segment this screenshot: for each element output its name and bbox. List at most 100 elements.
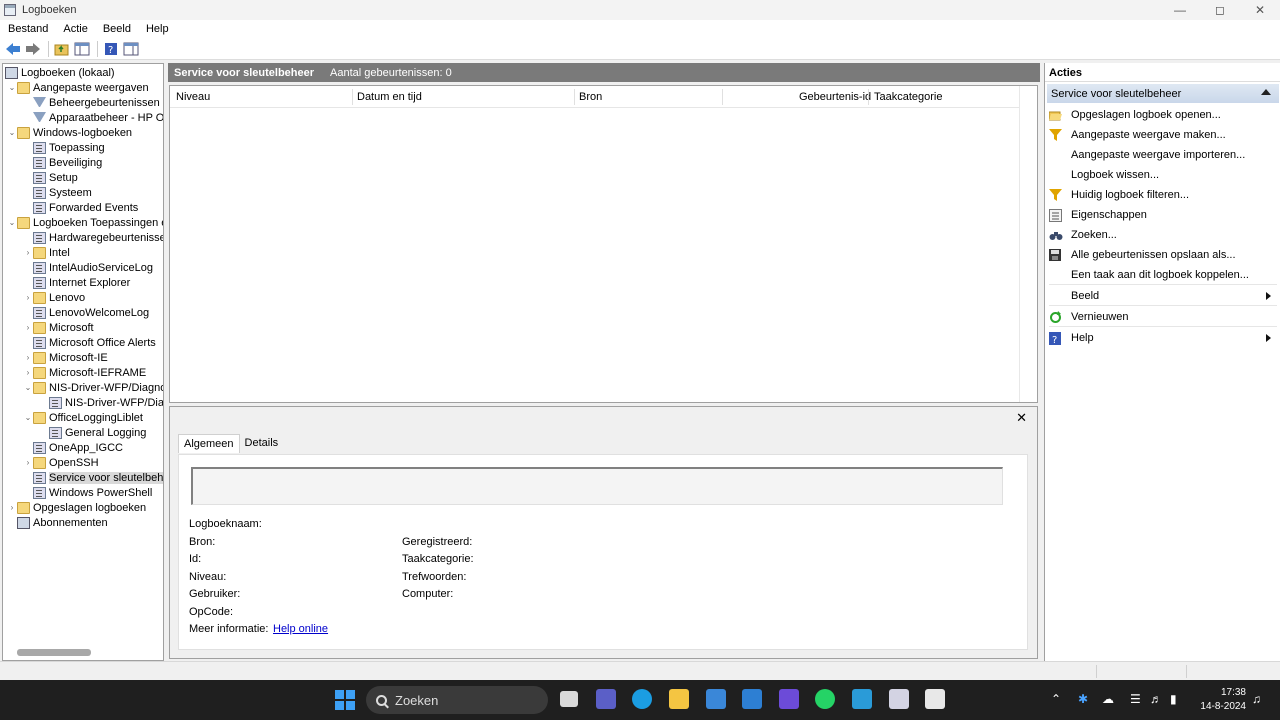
minimize-button[interactable]: — xyxy=(1160,0,1200,20)
tree-item[interactable]: ⌄ NIS-Driver-WFP/Diagnostic xyxy=(23,380,163,395)
tree-item[interactable]: Toepassing xyxy=(23,140,105,155)
tray-chevron-icon[interactable]: ⌃ xyxy=(1051,692,1061,706)
maximize-button[interactable]: ◻ xyxy=(1200,0,1240,20)
column-separator[interactable] xyxy=(574,89,575,105)
wifi-icon[interactable]: ☰ xyxy=(1130,692,1141,706)
task-view-icon[interactable] xyxy=(560,691,578,707)
tree-item[interactable]: ⌄ Windows-logboeken xyxy=(7,125,132,140)
mail-icon[interactable] xyxy=(742,689,762,709)
tree-item[interactable]: Internet Explorer xyxy=(23,275,130,290)
tree-horizontal-scrollbar[interactable] xyxy=(17,649,91,656)
tree-item[interactable]: Windows PowerShell xyxy=(23,485,152,500)
collapse-arrow-icon[interactable] xyxy=(1261,89,1271,95)
console-tree[interactable]: Logboeken (lokaal) ⌄ Aangepaste weergaven B… xyxy=(2,63,164,661)
column-taakcategorie[interactable]: Taakcategorie xyxy=(874,91,943,103)
tree-item[interactable]: ⌄ Logboeken Toepassingen en xyxy=(7,215,163,230)
tree-item[interactable]: General Logging xyxy=(39,425,146,440)
close-button[interactable]: ✕ xyxy=(1240,0,1280,20)
action-item[interactable]: Aangepaste weergave maken... xyxy=(1049,126,1277,144)
expanded-chevron-icon[interactable]: ⌄ xyxy=(7,218,17,227)
tree-item[interactable]: › Microsoft-IE xyxy=(23,350,108,365)
action-item[interactable]: Alle gebeurtenissen opslaan als... xyxy=(1049,246,1277,264)
tree-item[interactable]: › Intel xyxy=(23,245,70,260)
help-button[interactable]: ? xyxy=(102,40,120,58)
action-item[interactable]: Aangepaste weergave importeren... xyxy=(1049,146,1277,164)
clipchamp-icon[interactable] xyxy=(779,689,799,709)
tree-item[interactable]: IntelAudioServiceLog xyxy=(23,260,153,275)
tree-item[interactable]: ⌄ Aangepaste weergaven xyxy=(7,80,149,95)
bluetooth-icon[interactable]: ✱ xyxy=(1078,692,1088,706)
tree-item[interactable]: OneApp_IGCC xyxy=(23,440,123,455)
action-item[interactable]: Een taak aan dit logboek koppelen... xyxy=(1049,266,1277,284)
tree-item[interactable]: › OpenSSH xyxy=(23,455,99,470)
snipping-tool-icon[interactable] xyxy=(925,689,945,709)
help-online-link[interactable]: Help online xyxy=(273,623,328,635)
tree-item[interactable]: Systeem xyxy=(23,185,92,200)
action-item[interactable]: Eigenschappen xyxy=(1049,206,1277,224)
tree-item[interactable]: Forwarded Events xyxy=(23,200,138,215)
app-icon[interactable] xyxy=(852,689,872,709)
collapsed-chevron-icon[interactable]: › xyxy=(23,458,33,467)
tree-item[interactable]: › Microsoft xyxy=(23,320,94,335)
column-niveau[interactable]: Niveau xyxy=(176,91,210,103)
expanded-chevron-icon[interactable]: ⌄ xyxy=(23,413,33,422)
column-separator[interactable] xyxy=(352,89,353,105)
edge-icon[interactable] xyxy=(632,689,652,709)
expanded-chevron-icon[interactable]: ⌄ xyxy=(7,128,17,137)
show-hide-tree-button[interactable] xyxy=(73,40,91,58)
forward-button[interactable] xyxy=(24,40,42,58)
show-hide-action-pane-button[interactable] xyxy=(122,40,140,58)
tree-item[interactable]: Setup xyxy=(23,170,78,185)
menu-actie[interactable]: Actie xyxy=(55,23,94,35)
close-detail-icon[interactable]: ✕ xyxy=(1016,410,1027,426)
collapsed-chevron-icon[interactable]: › xyxy=(23,248,33,257)
collapsed-chevron-icon[interactable]: › xyxy=(23,353,33,362)
whatsapp-icon[interactable] xyxy=(815,689,835,709)
tree-item[interactable]: Apparaatbeheer - HP Office xyxy=(23,110,163,125)
tree-item[interactable]: Abonnementen xyxy=(7,515,108,530)
event-list[interactable]: Niveau Datum en tijd Bron Gebeurtenis-id… xyxy=(169,85,1038,403)
menu-help[interactable]: Help xyxy=(138,23,176,35)
back-button[interactable] xyxy=(4,40,22,58)
tree-item[interactable]: Logboeken (lokaal) xyxy=(5,65,115,80)
column-bron[interactable]: Bron xyxy=(579,91,602,103)
collapsed-chevron-icon[interactable]: › xyxy=(23,368,33,377)
column-gebeurtenis-id[interactable]: Gebeurtenis-id xyxy=(799,91,871,103)
tree-item[interactable]: NIS-Driver-WFP/Diagnostic xyxy=(39,395,163,410)
start-button[interactable] xyxy=(335,690,355,710)
tree-item[interactable]: Microsoft Office Alerts xyxy=(23,335,156,350)
up-folder-button[interactable] xyxy=(53,40,71,58)
collapsed-chevron-icon[interactable]: › xyxy=(7,503,17,512)
actions-section-header[interactable]: Service voor sleutelbeheer xyxy=(1047,84,1279,103)
action-item[interactable]: Logboek wissen... xyxy=(1049,166,1277,184)
column-datum-tijd[interactable]: Datum en tijd xyxy=(357,91,422,103)
menu-bestand[interactable]: Bestand xyxy=(0,23,55,35)
tab-details[interactable]: Details xyxy=(240,434,284,453)
collapsed-chevron-icon[interactable]: › xyxy=(23,293,33,302)
expanded-chevron-icon[interactable]: ⌄ xyxy=(7,83,17,92)
store-icon[interactable] xyxy=(706,689,726,709)
tree-item[interactable]: › Opgeslagen logboeken xyxy=(7,500,146,515)
action-item[interactable]: Vernieuwen xyxy=(1049,308,1277,326)
collapsed-chevron-icon[interactable]: › xyxy=(23,323,33,332)
column-separator[interactable] xyxy=(868,89,869,105)
tree-item[interactable]: › Microsoft-IEFRAME xyxy=(23,365,146,380)
tree-item[interactable]: Service voor sleutelbeheer xyxy=(23,470,163,485)
tab-algemeen[interactable]: Algemeen xyxy=(178,434,240,453)
tree-item[interactable]: › Lenovo xyxy=(23,290,85,305)
file-explorer-icon[interactable] xyxy=(669,689,689,709)
event-list-scrollbar[interactable] xyxy=(1019,86,1037,402)
battery-icon[interactable]: ▮ xyxy=(1170,692,1177,706)
cloud-icon[interactable]: ☁ xyxy=(1102,692,1114,706)
action-item[interactable]: Opgeslagen logboek openen... xyxy=(1048,106,1277,124)
action-item[interactable]: ? Help xyxy=(1049,329,1277,347)
action-item[interactable]: Zoeken... xyxy=(1049,226,1277,244)
event-viewer-taskbar-icon[interactable] xyxy=(889,689,909,709)
menu-beeld[interactable]: Beeld xyxy=(95,23,138,35)
tree-item[interactable]: Beheergebeurtenissen xyxy=(23,95,160,110)
clock[interactable]: 17:38 14-8-2024 xyxy=(1196,686,1246,714)
column-separator[interactable] xyxy=(722,89,723,105)
action-item[interactable]: Huidig logboek filteren... xyxy=(1049,186,1277,204)
taskbar-search[interactable]: Zoeken xyxy=(366,686,548,714)
tree-item[interactable]: ⌄ OfficeLoggingLiblet xyxy=(23,410,143,425)
